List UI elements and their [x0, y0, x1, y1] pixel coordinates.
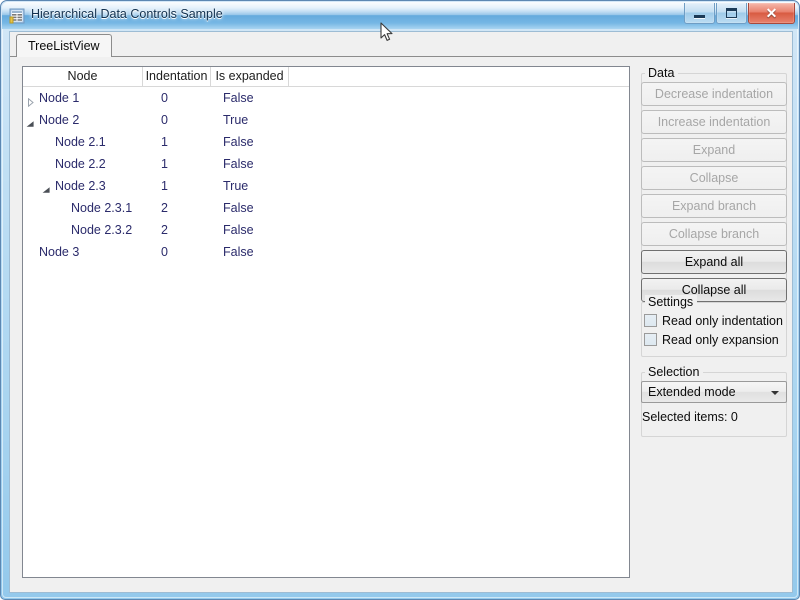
is-expanded-cell: False [223, 135, 254, 149]
checkbox-label: Read only indentation [662, 313, 783, 328]
selection-group-body: Extended mode Selected items: 0 [638, 381, 790, 424]
node-label: Node 2.2 [55, 157, 106, 171]
node-label: Node 3 [39, 245, 80, 259]
node-cell: Node 2.3.1 [23, 197, 143, 219]
is-expanded-cell: False [223, 223, 254, 237]
indentation-cell: 2 [161, 201, 168, 215]
selection-group-label: Selection [645, 365, 704, 379]
node-label: Node 2 [39, 113, 80, 127]
mouse-cursor [380, 22, 393, 41]
indentation-cell: 0 [161, 91, 168, 105]
node-label: Node 2.3.2 [71, 223, 133, 237]
node-cell: Node 2.3.2 [23, 219, 143, 241]
data-group-buttons: Decrease indentation Increase indentation… [638, 82, 790, 306]
maximize-icon [726, 8, 737, 18]
indentation-cell: 1 [161, 135, 168, 149]
indentation-cell: 1 [161, 157, 168, 171]
client-area: TreeListView Node Indentation Is expande… [9, 31, 793, 593]
checkbox-read-only-indentation[interactable]: Read only indentation [644, 311, 790, 330]
button-decrease-indentation: Decrease indentation [641, 82, 787, 106]
minimize-icon [694, 15, 705, 18]
checkbox-read-only-expansion[interactable]: Read only expansion [644, 330, 790, 349]
column-header-node[interactable]: Node [23, 67, 143, 87]
data-group-label: Data [645, 66, 679, 80]
tab-page-treelistview: Node Indentation Is expanded Node 1 0 Fals… [10, 56, 792, 592]
column-header-filler [289, 67, 629, 87]
node-cell: Node 2 [23, 109, 143, 131]
is-expanded-cell: False [223, 91, 254, 105]
window-title: Hierarchical Data Controls Sample [31, 7, 223, 21]
table-row[interactable]: Node 2.3 1 True [23, 175, 629, 197]
column-header-indentation[interactable]: Indentation [143, 67, 211, 87]
is-expanded-cell: True [223, 113, 249, 127]
checkbox-box[interactable] [644, 314, 657, 327]
tab-strip-divider [10, 56, 792, 57]
selection-mode-combobox[interactable]: Extended mode [641, 381, 787, 403]
side-panel: Data Decrease indentation Increase indent… [638, 66, 790, 578]
table-row[interactable]: Node 3 0 False [23, 241, 629, 263]
checkbox-box[interactable] [644, 333, 657, 346]
table-row[interactable]: Node 2.1 1 False [23, 131, 629, 153]
table-row[interactable]: Node 2.2 1 False [23, 153, 629, 175]
node-label: Node 2.3 [55, 179, 106, 193]
selection-mode-value: Extended mode [648, 385, 736, 399]
indentation-cell: 0 [161, 113, 168, 127]
button-expand-all[interactable]: Expand all [641, 250, 787, 274]
button-expand: Expand [641, 138, 787, 162]
maximize-button[interactable] [716, 3, 747, 24]
table-row[interactable]: Node 2.3.1 2 False [23, 197, 629, 219]
is-expanded-cell: True [223, 179, 249, 193]
tree-list-view[interactable]: Node Indentation Is expanded Node 1 0 Fals… [22, 66, 630, 578]
title-bar[interactable]: Hierarchical Data Controls Sample ✕ [2, 2, 798, 29]
node-cell: Node 3 [23, 241, 143, 263]
settings-group-label: Settings [645, 295, 698, 309]
expander-collapsed-icon[interactable] [26, 94, 35, 108]
indentation-cell: 2 [161, 223, 168, 237]
close-icon: ✕ [765, 5, 778, 21]
settings-group-checkboxes: Read only indentation Read only expansion [638, 311, 790, 349]
selected-items-count: Selected items: 0 [642, 410, 738, 424]
table-row[interactable]: Node 2 0 True [23, 109, 629, 131]
node-label: Node 2.1 [55, 135, 106, 149]
selection-group: Selection Extended mode Selected items: … [638, 365, 790, 437]
column-header-is-expanded[interactable]: Is expanded [211, 67, 289, 87]
indentation-cell: 1 [161, 179, 168, 193]
tree-list-header: Node Indentation Is expanded [23, 67, 629, 87]
tab-strip: TreeListView [10, 32, 792, 57]
application-icon [9, 8, 25, 24]
button-increase-indentation: Increase indentation [641, 110, 787, 134]
application-window: Hierarchical Data Controls Sample ✕ Tree… [0, 0, 800, 600]
indentation-cell: 0 [161, 245, 168, 259]
button-collapse: Collapse [641, 166, 787, 190]
is-expanded-cell: False [223, 201, 254, 215]
node-label: Node 1 [39, 91, 80, 105]
is-expanded-cell: False [223, 245, 254, 259]
tab-treelistview[interactable]: TreeListView [16, 34, 112, 57]
button-expand-branch: Expand branch [641, 194, 787, 218]
node-cell: Node 2.1 [23, 131, 143, 153]
expander-expanded-icon[interactable] [26, 116, 35, 127]
node-label: Node 2.3.1 [71, 201, 133, 215]
node-cell: Node 2.2 [23, 153, 143, 175]
expander-expanded-icon[interactable] [42, 182, 51, 193]
tree-list-rows: Node 1 0 False Node 2 0 True Node 2.1 1 False Nod… [23, 87, 629, 263]
chevron-down-icon [771, 391, 779, 395]
node-cell: Node 1 [23, 87, 143, 109]
node-cell: Node 2.3 [23, 175, 143, 197]
minimize-button[interactable] [684, 3, 715, 24]
settings-group: Settings Read only indentation Read only … [638, 295, 790, 357]
table-row[interactable]: Node 1 0 False [23, 87, 629, 109]
table-row[interactable]: Node 2.3.2 2 False [23, 219, 629, 241]
data-group: Data Decrease indentation Increase indent… [638, 66, 790, 302]
caption-buttons: ✕ [683, 3, 795, 24]
is-expanded-cell: False [223, 157, 254, 171]
close-button[interactable]: ✕ [748, 3, 795, 24]
button-collapse-branch: Collapse branch [641, 222, 787, 246]
checkbox-label: Read only expansion [662, 332, 779, 347]
